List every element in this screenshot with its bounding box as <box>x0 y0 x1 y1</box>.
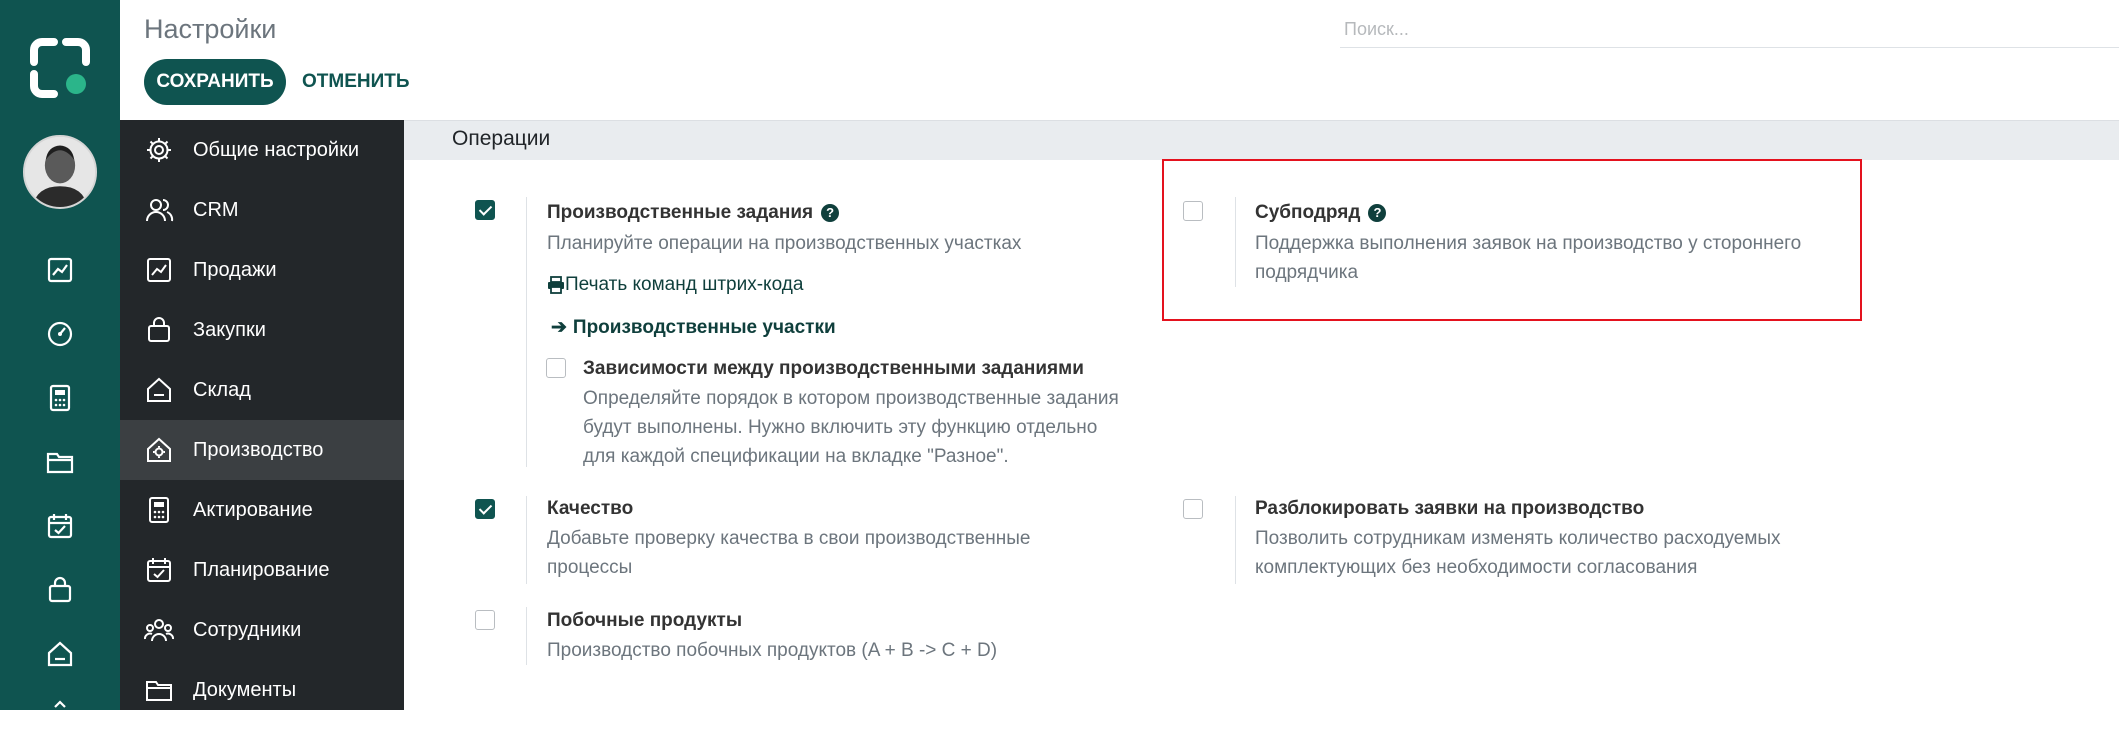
quality-title: Качество <box>547 498 634 519</box>
chart-icon <box>144 255 174 285</box>
print-barcode-label: Печать команд штрих-кода <box>565 274 804 295</box>
calendar-check-icon <box>144 555 174 585</box>
byproducts-checkbox[interactable] <box>475 610 495 630</box>
sidebar-item-label: Планирование <box>193 558 330 581</box>
byproducts-title: Побочные продукты <box>547 610 743 631</box>
setting-title-text: Субподряд <box>1255 202 1361 223</box>
factory-icon <box>144 435 174 465</box>
dependencies-checkbox[interactable] <box>546 358 566 378</box>
save-button[interactable]: СОХРАНИТЬ <box>144 59 286 105</box>
gear-icon <box>144 135 174 165</box>
help-icon[interactable]: ? <box>1368 204 1387 222</box>
dependencies-title: Зависимости между производственными зада… <box>583 358 1084 379</box>
settings-sidebar: Общие настройки CRM Продажи Закупки Скла… <box>120 120 404 710</box>
avatar[interactable] <box>23 135 97 209</box>
print-barcode-link[interactable]: Печать команд штрих-кода <box>547 274 803 296</box>
sidebar-item-documents[interactable]: Документы <box>120 660 404 720</box>
sidebar-item-label: Склад <box>193 378 251 401</box>
sidebar-item-label: CRM <box>193 198 239 221</box>
bag-icon <box>144 315 174 345</box>
sidebar-item-label: Продажи <box>193 258 277 281</box>
sidebar-item-crm[interactable]: CRM <box>120 180 404 240</box>
bag-icon[interactable] <box>45 575 75 605</box>
home-icon <box>144 375 174 405</box>
sidebar-item-acts[interactable]: Актирование <box>120 480 404 540</box>
work-orders-desc: Планируйте операции на производственных … <box>547 233 1022 254</box>
sidebar-item-manufacturing[interactable]: Производство <box>120 420 404 480</box>
printer-icon <box>548 276 564 294</box>
subcontracting-checkbox[interactable] <box>1183 201 1203 221</box>
sidebar-item-label: Документы <box>193 678 297 701</box>
home-icon[interactable] <box>45 639 75 669</box>
search-input[interactable] <box>1340 12 2119 48</box>
dependencies-desc-line2: будут выполнены. Нужно включить эту функ… <box>583 417 1098 438</box>
unlock-orders-desc-line2: комплектующих без необходимости согласов… <box>1255 557 1698 578</box>
sidebar-item-label: Общие настройки <box>193 138 359 161</box>
team-icon <box>144 615 174 645</box>
arrow-right-icon: ➔ <box>551 317 567 338</box>
chart-icon[interactable] <box>45 255 75 285</box>
sidebar-item-label: Сотрудники <box>193 618 302 641</box>
logo-icon[interactable] <box>30 38 90 98</box>
calculator-icon <box>144 495 174 525</box>
quality-desc-line1: Добавьте проверку качества в свои произв… <box>547 528 1031 549</box>
help-icon[interactable]: ? <box>821 204 840 222</box>
section-header <box>404 120 2119 160</box>
sidebar-item-planning[interactable]: Планирование <box>120 540 404 600</box>
unlock-orders-checkbox[interactable] <box>1183 499 1203 519</box>
app-rail <box>0 0 120 710</box>
setting-title-text: Производственные задания <box>547 202 814 223</box>
divider <box>1235 197 1236 287</box>
section-title: Операции <box>452 127 551 150</box>
sidebar-item-label: Производство <box>193 438 324 461</box>
sidebar-item-warehouse[interactable]: Склад <box>120 360 404 420</box>
folder-icon[interactable] <box>45 447 75 477</box>
quality-desc-line2: процессы <box>547 557 633 578</box>
subcontracting-title: Субподряд? <box>1255 202 1387 224</box>
sidebar-item-label: Актирование <box>193 498 313 521</box>
divider <box>526 607 527 665</box>
sidebar-item-purchases[interactable]: Закупки <box>120 300 404 360</box>
users-icon <box>144 195 174 225</box>
cancel-button[interactable]: ОТМЕНИТЬ <box>302 59 410 105</box>
page-title: Настройки <box>144 14 277 44</box>
quality-checkbox[interactable] <box>475 499 495 519</box>
dependencies-desc-line3: для каждой спецификации на вкладке "Разн… <box>583 446 1009 467</box>
divider <box>1235 496 1236 584</box>
subcontracting-desc-line2: подрядчика <box>1255 262 1359 283</box>
more-icon[interactable] <box>45 695 75 725</box>
gauge-icon[interactable] <box>45 319 75 349</box>
divider <box>526 197 527 467</box>
dependencies-desc-line1: Определяйте порядок в котором производст… <box>583 388 1119 409</box>
unlock-orders-desc-line1: Позволить сотрудникам изменять количеств… <box>1255 528 1781 549</box>
workcenters-label: Производственные участки <box>572 316 836 338</box>
work-orders-title: Производственные задания? <box>547 202 840 224</box>
byproducts-desc: Производство побочных продуктов (A + B -… <box>547 640 998 661</box>
unlock-orders-title: Разблокировать заявки на производство <box>1255 498 1645 519</box>
sidebar-item-sales[interactable]: Продажи <box>120 240 404 300</box>
divider <box>526 496 527 584</box>
calculator-icon[interactable] <box>45 383 75 413</box>
sidebar-item-label: Закупки <box>193 318 266 341</box>
work-orders-checkbox[interactable] <box>475 200 495 220</box>
sidebar-item-employees[interactable]: Сотрудники <box>120 600 404 660</box>
sidebar-item-general[interactable]: Общие настройки <box>120 120 404 180</box>
calendar-check-icon[interactable] <box>45 511 75 541</box>
workcenters-link[interactable]: ➔ Производственные участки <box>551 316 836 339</box>
folder-icon <box>144 675 174 705</box>
subcontracting-desc-line1: Поддержка выполнения заявок на производс… <box>1255 233 1802 254</box>
